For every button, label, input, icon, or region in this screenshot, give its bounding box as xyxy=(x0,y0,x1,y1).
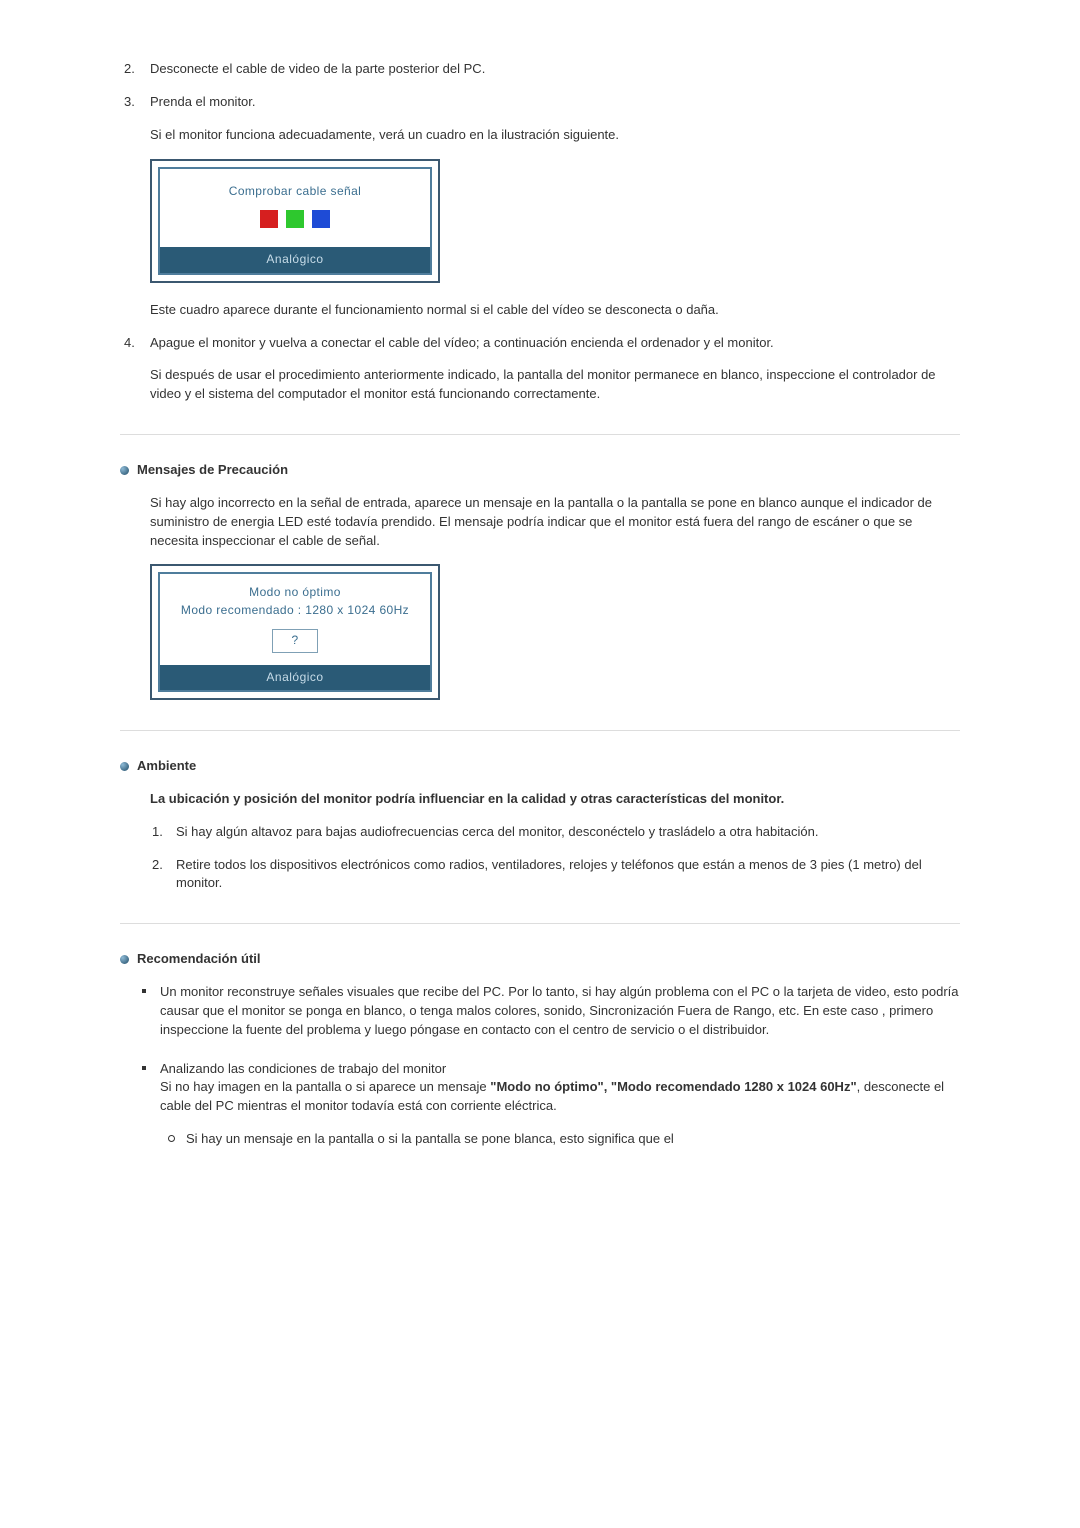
question-box: ? xyxy=(272,629,317,652)
callout2-line1: Modo no óptimo xyxy=(166,584,424,601)
step-3-desc2: Este cuadro aparece durante el funcionam… xyxy=(150,301,960,320)
step-4-text: Apague el monitor y vuelva a conectar el… xyxy=(150,335,774,350)
bullet-icon xyxy=(120,955,129,964)
ambient-sublist: Si hay algún altavoz para bajas audiofre… xyxy=(150,823,960,894)
tip-heading: Recomendación útil xyxy=(137,950,261,969)
red-square-icon xyxy=(260,210,278,228)
tip-item-2b-pre: Si no hay imagen en la pantalla o si apa… xyxy=(160,1079,490,1094)
tip-list: Un monitor reconstruye señales visuales … xyxy=(130,983,960,1149)
tip-heading-row: Recomendación útil xyxy=(120,950,960,969)
callout2-line2: Modo recomendado : 1280 x 1024 60Hz xyxy=(166,602,424,619)
step-3: Prenda el monitor. Si el monitor funcion… xyxy=(150,93,960,320)
tip-sublist: Si hay un mensaje en la pantalla o si la… xyxy=(160,1130,960,1149)
step-2-text: Desconecte el cable de video de la parte… xyxy=(150,61,485,76)
warning-heading: Mensajes de Precaución xyxy=(137,461,288,480)
bullet-icon xyxy=(120,762,129,771)
ambient-lead: La ubicación y posición del monitor podr… xyxy=(150,790,960,809)
callout2-footer: Analógico xyxy=(160,665,430,690)
step-3-desc1: Si el monitor funciona adecuadamente, ve… xyxy=(150,126,960,145)
blue-square-icon xyxy=(312,210,330,228)
tip-item-2: Analizando las condiciones de trabajo de… xyxy=(160,1060,960,1149)
tip-sub-item-1: Si hay un mensaje en la pantalla o si la… xyxy=(186,1130,960,1149)
ambient-item-2: Retire todos los dispositivos electrónic… xyxy=(176,856,960,894)
warning-body: Si hay algo incorrecto en la señal de en… xyxy=(150,494,960,551)
step-3-text: Prenda el monitor. xyxy=(150,94,256,109)
bullet-icon xyxy=(120,466,129,475)
ambient-heading-row: Ambiente xyxy=(120,757,960,776)
check-cable-callout: Comprobar cable señal Analógico xyxy=(150,159,440,283)
divider xyxy=(120,923,960,924)
tip-item-2a: Analizando las condiciones de trabajo de… xyxy=(160,1061,446,1076)
green-square-icon xyxy=(286,210,304,228)
tip-item-1: Un monitor reconstruye señales visuales … xyxy=(160,983,960,1040)
rgb-squares xyxy=(168,210,422,233)
callout-footer: Analógico xyxy=(160,247,430,272)
step-4-desc1: Si después de usar el procedimiento ante… xyxy=(150,366,960,404)
tip-item-2b-bold: "Modo no óptimo", "Modo recomendado 1280… xyxy=(490,1079,856,1094)
procedure-list: Desconecte el cable de video de la parte… xyxy=(120,60,960,404)
step-4: Apague el monitor y vuelva a conectar el… xyxy=(150,334,960,405)
warning-heading-row: Mensajes de Precaución xyxy=(120,461,960,480)
ambient-heading: Ambiente xyxy=(137,757,196,776)
ambient-item-1: Si hay algún altavoz para bajas audiofre… xyxy=(176,823,960,842)
callout-title: Comprobar cable señal xyxy=(168,183,422,200)
mode-not-optimal-callout: Modo no óptimo Modo recomendado : 1280 x… xyxy=(150,564,440,700)
step-2: Desconecte el cable de video de la parte… xyxy=(150,60,960,79)
divider xyxy=(120,730,960,731)
divider xyxy=(120,434,960,435)
